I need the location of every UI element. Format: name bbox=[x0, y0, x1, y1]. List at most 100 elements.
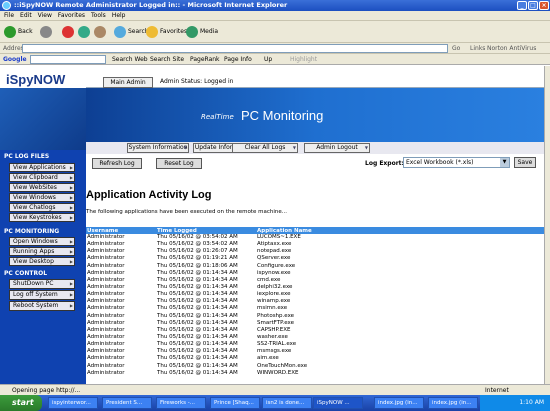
menu-file[interactable]: File bbox=[4, 12, 14, 19]
stop-button[interactable] bbox=[62, 25, 76, 39]
reboot-system-button[interactable]: Reboot System bbox=[9, 301, 75, 311]
forward-button[interactable] bbox=[40, 25, 54, 39]
menu-edit[interactable]: Edit bbox=[20, 12, 32, 19]
view-keystrokes-button[interactable]: View Keystrokes bbox=[9, 213, 75, 222]
table-cell: Thu 05/16/02 @ 01:14:34 AM bbox=[157, 348, 238, 355]
table-cell: Thu 05/16/02 @ 01:14:34 AM bbox=[157, 326, 238, 333]
table-cell: Thu 05/16/02 @ 01:14:34 AM bbox=[157, 312, 238, 319]
taskbar-item[interactable]: isn2 is done... bbox=[262, 397, 312, 409]
maximize-button[interactable]: □ bbox=[528, 1, 538, 10]
page-info-button[interactable]: Page Info bbox=[224, 54, 252, 65]
media-button[interactable]: Media bbox=[186, 25, 218, 39]
menu-bar: File Edit View Favorites Tools Help bbox=[0, 11, 550, 21]
shutdown-pc-button[interactable]: ShutDown PC bbox=[9, 279, 75, 289]
sidebar: PC LOG FILES View Applications View Clip… bbox=[0, 150, 86, 384]
log-off-system-button[interactable]: Log off System bbox=[9, 290, 75, 300]
taskbar-item[interactable]: Prince [Shaq... bbox=[210, 397, 260, 409]
table-cell: Photoshp.exe bbox=[257, 312, 295, 319]
favorites-button[interactable]: Favorites bbox=[146, 25, 187, 39]
start-button[interactable]: start bbox=[0, 395, 42, 411]
banner-title: PC Monitoring bbox=[241, 108, 324, 123]
go-button[interactable]: Go bbox=[452, 43, 460, 54]
table-cell: Administrator bbox=[87, 234, 125, 241]
table-row: Administrator Thu 05/16/02 @ 01:14:34 AM P… bbox=[86, 313, 545, 320]
table-cell: Administrator bbox=[87, 241, 125, 248]
column-header: Time Logged bbox=[156, 227, 256, 234]
clear-all-logs-menu[interactable]: Clear All Logs bbox=[232, 143, 298, 153]
refresh-log-button[interactable]: Refresh Log bbox=[92, 158, 142, 169]
view-applications-button[interactable]: View Applications bbox=[9, 163, 75, 172]
taskbar-item[interactable]: iSpyNOW ... bbox=[313, 397, 363, 409]
home-button[interactable] bbox=[94, 25, 108, 39]
main-admin-tab[interactable]: Main Admin bbox=[103, 77, 153, 88]
taskbar-item[interactable]: index.jpg (in... bbox=[428, 397, 478, 409]
table-cell: Thu 05/16/02 @ 01:14:34 AM bbox=[157, 269, 238, 276]
taskbar-item[interactable]: President S... bbox=[102, 397, 152, 409]
google-search-input[interactable] bbox=[30, 55, 106, 64]
table-cell: Administrator bbox=[87, 305, 125, 312]
table-cell: Administrator bbox=[87, 319, 125, 326]
table-row: Administrator Thu 05/16/02 @ 01:26:07 AM n… bbox=[86, 248, 545, 255]
search-icon bbox=[114, 26, 126, 38]
menu-help[interactable]: Help bbox=[112, 12, 126, 19]
address-bar: Address Go Links Norton AntiVirus bbox=[0, 43, 550, 54]
up-button[interactable]: Up bbox=[264, 54, 272, 65]
home-icon bbox=[94, 26, 106, 38]
running-apps-button[interactable]: Running Apps bbox=[9, 247, 75, 256]
admin-logout-menu[interactable]: Admin Logout bbox=[304, 143, 370, 153]
menu-view[interactable]: View bbox=[38, 12, 52, 19]
table-cell: Thu 05/16/02 @ 01:14:34 AM bbox=[157, 355, 238, 362]
taskbar-item[interactable]: Fireworks -... bbox=[156, 397, 206, 409]
table-cell: Administrator bbox=[87, 291, 125, 298]
table-cell: Administrator bbox=[87, 312, 125, 319]
reset-log-button[interactable]: Reset Log bbox=[156, 158, 202, 169]
table-cell: Atiptaxx.exe bbox=[257, 241, 292, 248]
view-websites-button[interactable]: View WebSites bbox=[9, 183, 75, 192]
ie-icon bbox=[2, 1, 11, 10]
back-button[interactable]: Back bbox=[4, 25, 33, 39]
table-cell: Administrator bbox=[87, 334, 125, 341]
menu-favorites[interactable]: Favorites bbox=[58, 12, 85, 19]
table-row: Administrator Thu 05/16/02 @ 01:14:34 AM C… bbox=[86, 327, 545, 334]
system-tray: 1:10 AM bbox=[480, 395, 550, 411]
table-cell: Administrator bbox=[87, 348, 125, 355]
column-header: Application Name bbox=[256, 227, 545, 234]
banner-realtime: RealTime bbox=[201, 113, 234, 121]
search-web-button[interactable]: Search Web bbox=[112, 54, 148, 65]
window-title-bar: ::iSpyNOW Remote Administrator Logged in… bbox=[0, 0, 550, 11]
table-cell: iexplore.exe bbox=[257, 291, 291, 298]
save-button[interactable]: Save bbox=[514, 157, 536, 168]
view-desktop-button[interactable]: View Desktop bbox=[9, 257, 75, 266]
vertical-scrollbar[interactable] bbox=[544, 66, 550, 384]
links-button[interactable]: Links bbox=[470, 43, 485, 54]
taskbar-item[interactable]: ispyinterwor... bbox=[48, 397, 98, 409]
table-cell: WINWORD.EXE bbox=[257, 369, 299, 376]
menu-tools[interactable]: Tools bbox=[91, 12, 106, 19]
table-cell: QServer.exe bbox=[257, 255, 291, 262]
table-cell: Administrator bbox=[87, 362, 125, 369]
banner: RealTime PC Monitoring bbox=[86, 88, 546, 142]
address-input[interactable] bbox=[22, 44, 448, 53]
view-windows-button[interactable]: View Windows bbox=[9, 193, 75, 202]
open-windows-button[interactable]: Open Windows bbox=[9, 237, 75, 246]
table-row: Administrator Thu 05/16/02 @ 01:18:06 AM C… bbox=[86, 263, 545, 270]
table-cell: Administrator bbox=[87, 269, 125, 276]
minimize-button[interactable]: _ bbox=[517, 1, 527, 10]
table-cell: Administrator bbox=[87, 255, 125, 262]
refresh-button[interactable] bbox=[78, 25, 92, 39]
taskbar-item[interactable]: index.jpg (in... bbox=[374, 397, 424, 409]
search-site-button[interactable]: Search Site bbox=[150, 54, 184, 65]
view-chatlogs-button[interactable]: View Chatlogs bbox=[9, 203, 75, 212]
highlight-button[interactable]: Highlight bbox=[290, 54, 317, 65]
table-cell: aim.exe bbox=[257, 355, 279, 362]
system-information-menu[interactable]: System Information bbox=[127, 143, 189, 153]
activity-log-table: Username Time Logged Application Name Admi… bbox=[86, 227, 545, 377]
close-button[interactable]: × bbox=[539, 1, 549, 10]
view-clipboard-button[interactable]: View Clipboard bbox=[9, 173, 75, 182]
export-format-select[interactable]: Excel Workbook (*.xls) bbox=[403, 157, 510, 168]
table-cell: Thu 05/16/02 @ 01:14:34 AM bbox=[157, 319, 238, 326]
clock: 1:10 AM bbox=[519, 399, 544, 406]
table-cell: Thu 05/16/02 @ 03:54:02 AM bbox=[157, 234, 238, 241]
norton-button[interactable]: Norton AntiVirus bbox=[487, 43, 536, 54]
search-button[interactable]: Search bbox=[114, 25, 149, 39]
